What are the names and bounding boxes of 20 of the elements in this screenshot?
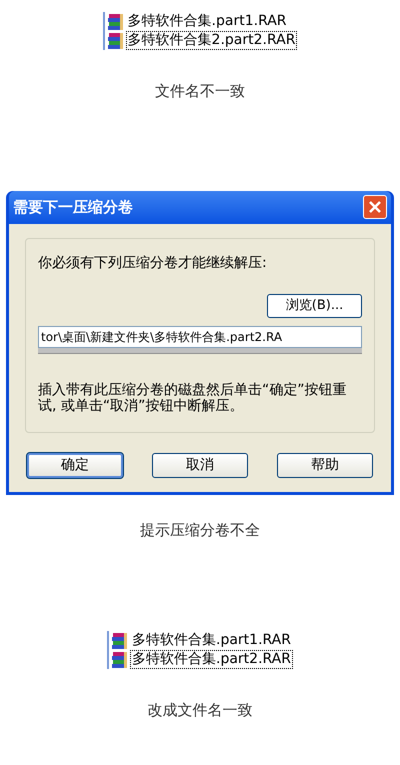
close-icon <box>369 201 381 213</box>
archive-books-icon <box>111 652 129 668</box>
dialog-button[interactable]: 取消 <box>152 452 248 478</box>
archive-books-icon <box>111 632 129 648</box>
caption: 文件名不一致 <box>154 81 245 102</box>
file-name[interactable]: 多特软件合集.part2.RAR <box>130 650 293 669</box>
hint-text: 插入带有此压缩分卷的磁盘然后单击“确定”按钮重试, 或单击“取消”按钮中断解压。 <box>38 382 348 414</box>
file-name[interactable]: 多特软件合集.part1.RAR <box>130 631 293 650</box>
archive-books-icon <box>106 14 125 30</box>
archive-books-icon <box>106 32 125 48</box>
browse-button[interactable]: 浏览(B)... <box>267 294 362 318</box>
file-name[interactable]: 多特软件合集.part1.RAR <box>126 12 289 31</box>
dialog-button[interactable]: 确定 <box>27 452 123 478</box>
window-title: 需要下一压缩分卷 <box>13 196 133 218</box>
caption: 提示压缩分卷不全 <box>140 520 260 540</box>
message-text: 你必须有下列压缩分卷才能继续解压: <box>38 254 268 272</box>
dialog-button[interactable]: 帮助 <box>277 452 373 478</box>
caption: 改成文件名一致 <box>147 700 252 721</box>
file-name[interactable]: 多特软件合集2.part2.RAR <box>126 31 298 50</box>
close-button[interactable] <box>363 195 387 219</box>
